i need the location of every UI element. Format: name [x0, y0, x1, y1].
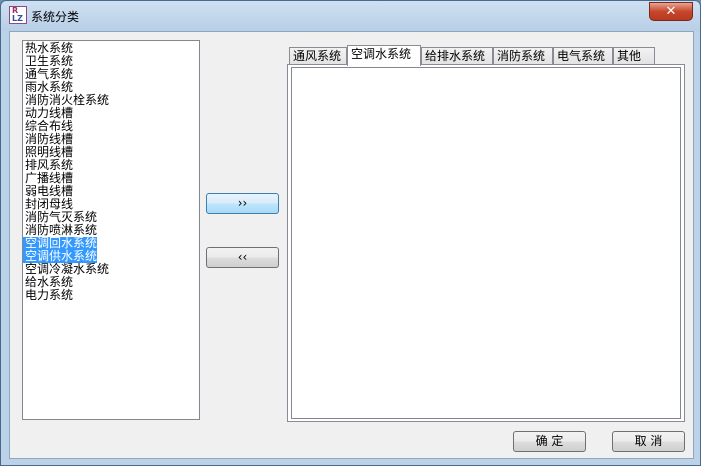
- tab-4[interactable]: 消防系统: [493, 47, 553, 65]
- dialog-body: 热水系统 卫生系统 通气系统 雨水系统 消防消火栓系统 动力线槽 综合布线 消防线槽 照明线槽排…: [9, 31, 694, 459]
- cancel-button[interactable]: 取 消: [612, 431, 685, 452]
- system-classification-dialog: R LZ 系统分类 ✕ 热水系统 卫生系统 通气系统 雨水系统 消防消火栓系统 动力线槽 综合…: [0, 0, 701, 466]
- window-title: 系统分类: [31, 10, 80, 24]
- title-bar[interactable]: R LZ 系统分类 ✕: [1, 1, 700, 31]
- tab-3[interactable]: 给排水系统: [421, 47, 493, 65]
- list-item[interactable]: 电力系统: [23, 289, 199, 302]
- app-icon: R LZ: [9, 6, 27, 24]
- tab-panel: [287, 64, 685, 422]
- system-listbox[interactable]: 热水系统 卫生系统 通气系统 雨水系统 消防消火栓系统 动力线槽 综合布线 消防线槽 照明线槽排…: [22, 40, 200, 420]
- ok-button[interactable]: 确 定: [513, 431, 586, 452]
- move-right-button[interactable]: ››: [206, 193, 279, 214]
- move-left-button[interactable]: ‹‹: [206, 247, 279, 268]
- close-button[interactable]: ✕: [649, 2, 693, 21]
- tab-5[interactable]: 电气系统: [553, 47, 613, 65]
- tab-6[interactable]: 其他: [613, 47, 655, 65]
- tab-1[interactable]: 通风系统: [289, 47, 347, 65]
- assigned-systems-list[interactable]: [291, 67, 681, 419]
- tab-2[interactable]: 空调水系统: [347, 45, 421, 66]
